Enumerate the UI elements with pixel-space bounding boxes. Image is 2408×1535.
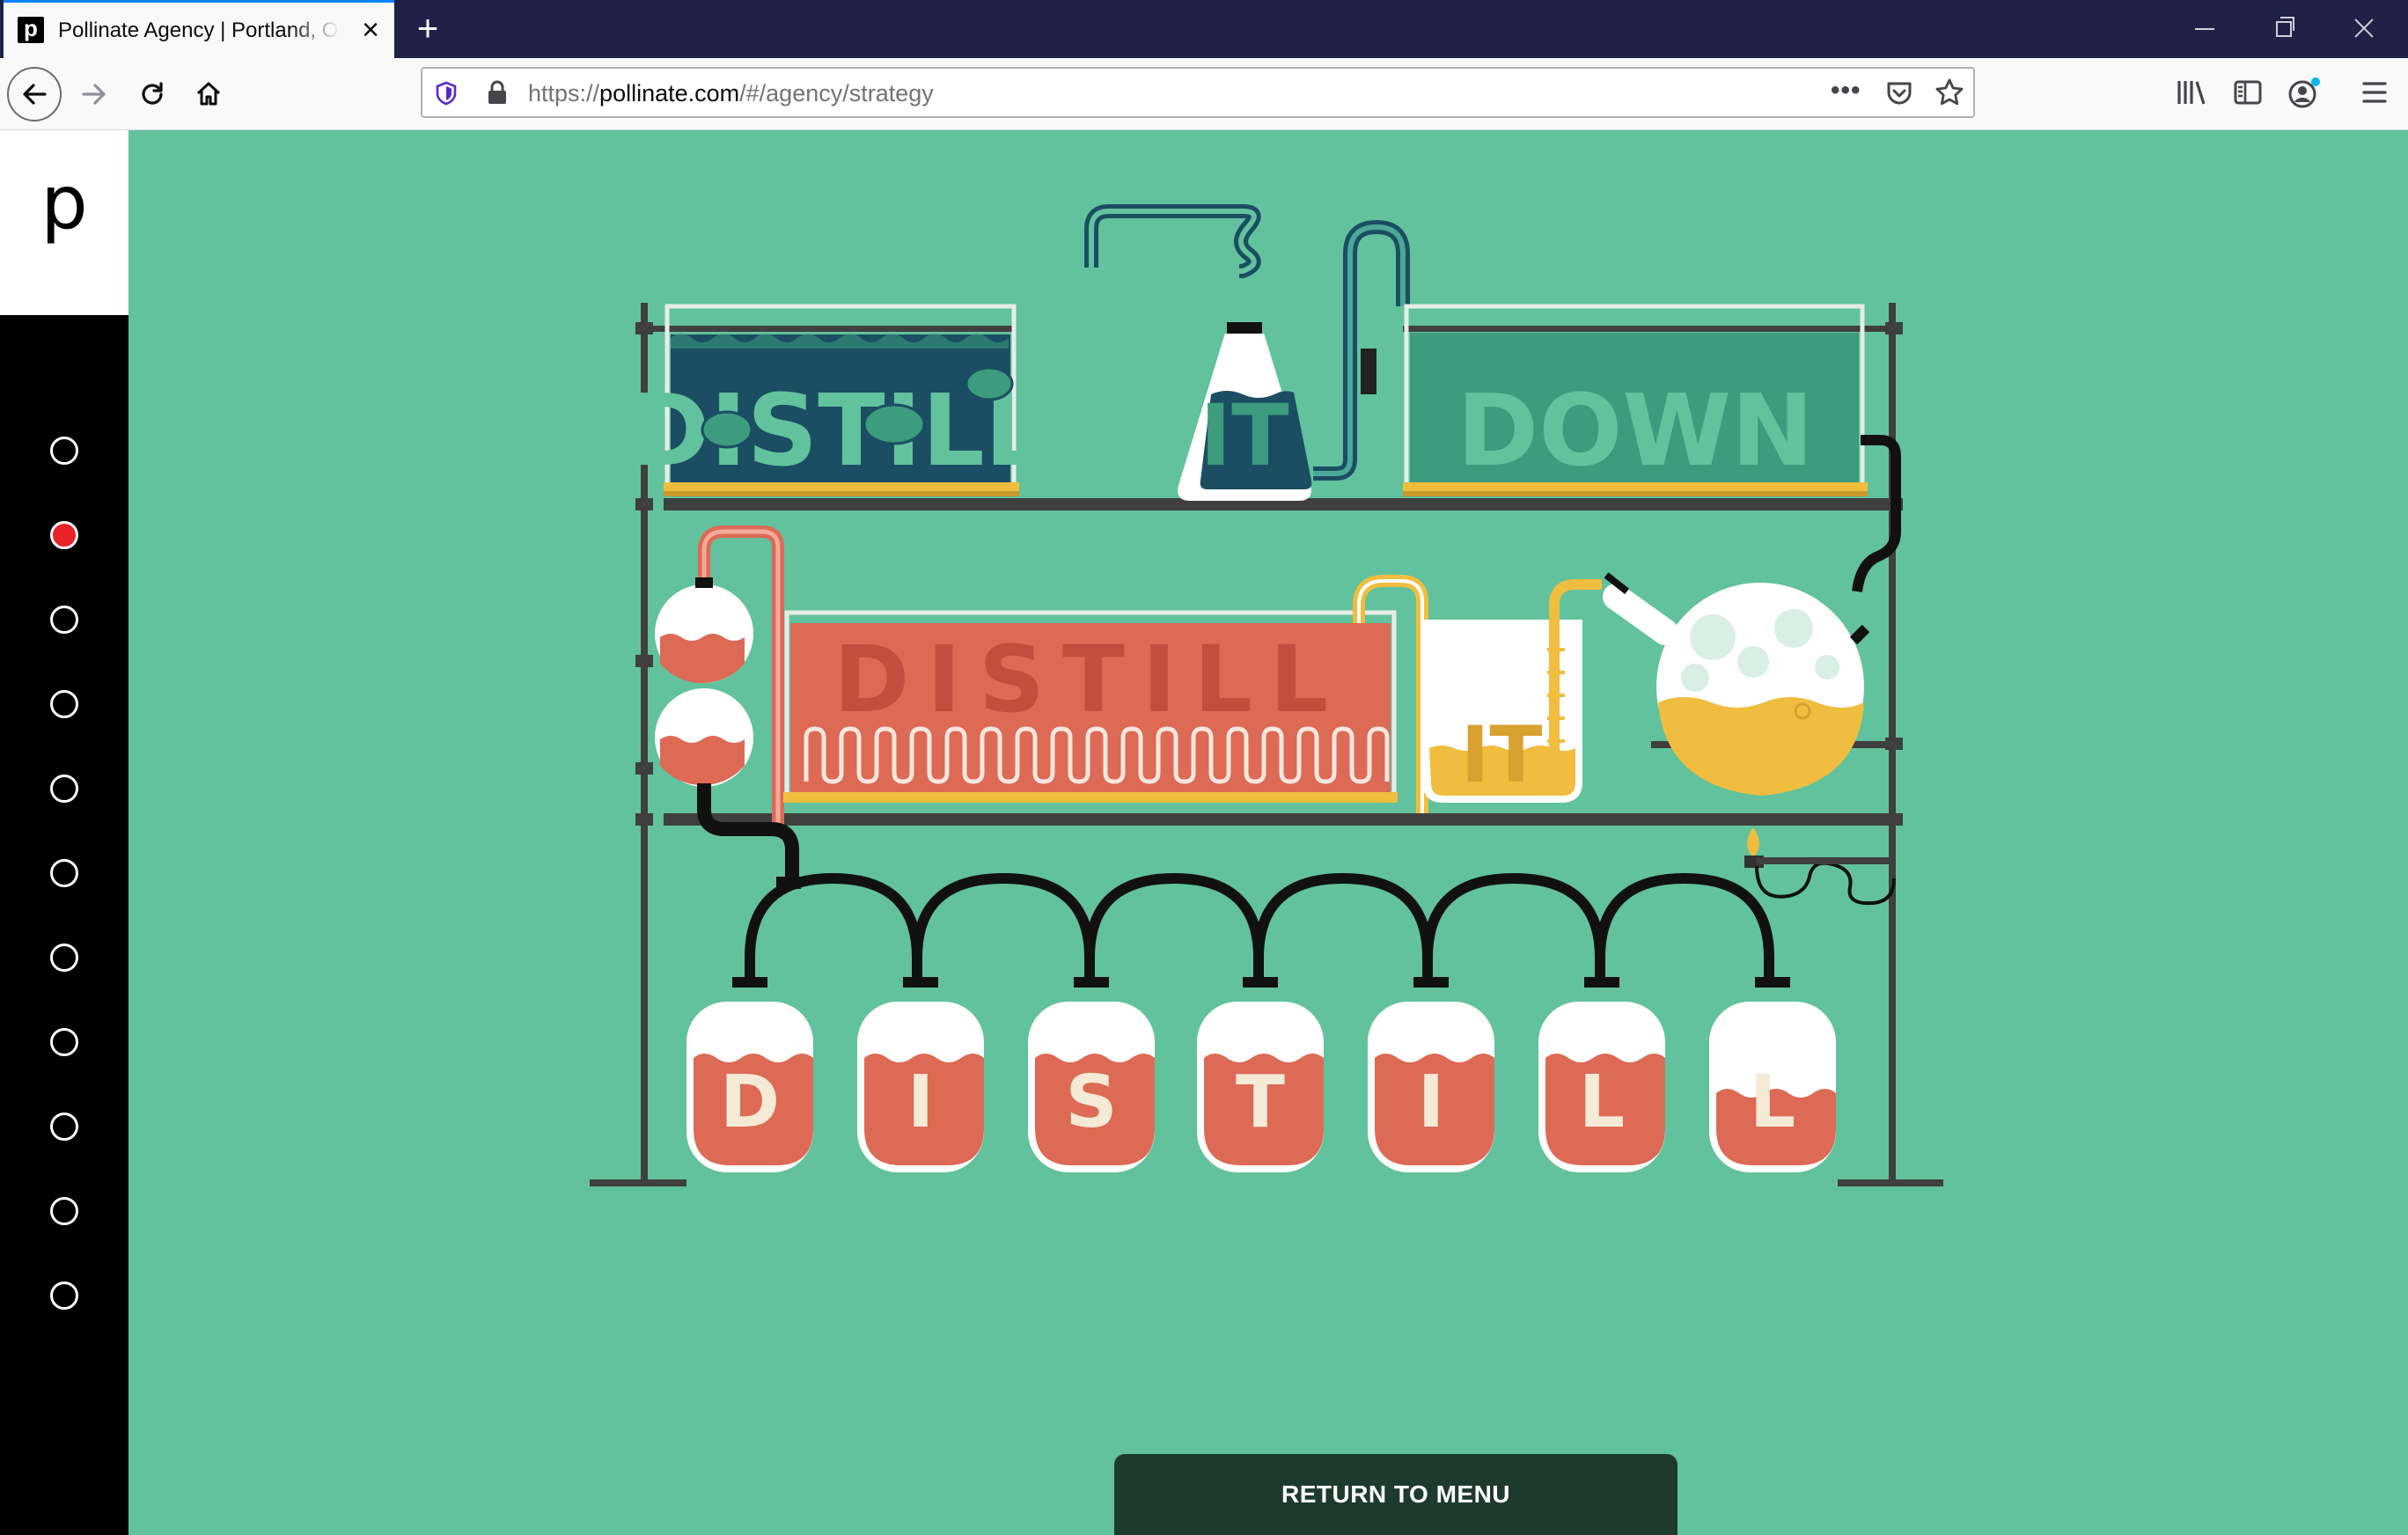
page-content: p DISTILL IT DOWN DISTILL IT D I S T I L… bbox=[0, 130, 2408, 1535]
close-tab-icon[interactable]: × bbox=[356, 15, 385, 45]
section-dot-10[interactable] bbox=[50, 1197, 78, 1225]
middle-tank: DISTILL bbox=[783, 575, 1428, 813]
measuring-beaker: IT bbox=[1422, 579, 1602, 803]
bookmark-star-icon[interactable] bbox=[1934, 77, 1964, 107]
jar-1: D bbox=[686, 977, 813, 1172]
tab-title: Pollinate Agency | Portland, Oregon bbox=[58, 18, 340, 42]
top-flask: IT bbox=[1084, 204, 1410, 501]
navigation-toolbar: https://pollinate.com/#/agency/strategy … bbox=[0, 58, 2408, 130]
section-dot-1[interactable] bbox=[50, 437, 78, 465]
home-icon bbox=[196, 82, 221, 106]
address-bar[interactable]: https://pollinate.com/#/agency/strategy … bbox=[421, 67, 1975, 118]
logo[interactable]: p bbox=[0, 130, 128, 315]
jar-3: S bbox=[1028, 977, 1155, 1172]
active-tab[interactable]: p Pollinate Agency | Portland, Oregon × bbox=[4, 0, 394, 58]
jar-1-letter: D bbox=[720, 1061, 780, 1144]
jar-5: I bbox=[1368, 977, 1494, 1172]
top-left-tank: DISTILL bbox=[628, 304, 1047, 496]
home-button[interactable] bbox=[181, 67, 236, 121]
middle-tank-text: DISTILL bbox=[833, 626, 1346, 733]
jar-3-letter: S bbox=[1065, 1061, 1117, 1144]
jar-6-letter: L bbox=[1579, 1061, 1625, 1144]
logo-letter: p bbox=[40, 159, 88, 246]
jar-7-letter: L bbox=[1750, 1061, 1795, 1144]
round-bottom-flask bbox=[1603, 572, 1870, 796]
jar-2-letter: I bbox=[907, 1061, 935, 1144]
site-sidebar: p bbox=[0, 130, 128, 1535]
account-icon[interactable] bbox=[2287, 77, 2322, 109]
back-button[interactable] bbox=[7, 67, 62, 121]
url-text[interactable]: https://pollinate.com/#/agency/strategy bbox=[528, 80, 934, 107]
top-right-tank: DOWN bbox=[1403, 304, 1901, 592]
hamburger-menu-icon[interactable] bbox=[2360, 77, 2389, 107]
section-dot-9[interactable] bbox=[50, 1113, 78, 1141]
section-dot-2[interactable] bbox=[50, 521, 78, 549]
page-actions-more-icon[interactable]: ••• bbox=[1831, 76, 1861, 106]
back-arrow-icon bbox=[23, 84, 47, 105]
section-dot-11[interactable] bbox=[50, 1282, 78, 1310]
jar-row: D I S T I L L bbox=[686, 977, 1836, 1172]
lock-icon[interactable] bbox=[486, 79, 509, 106]
illustration-area: DISTILL IT DOWN DISTILL IT D I S T I L L… bbox=[128, 130, 2408, 1535]
reload-button[interactable] bbox=[125, 67, 180, 121]
tab-strip: p Pollinate Agency | Portland, Oregon × … bbox=[0, 0, 2408, 58]
library-icon[interactable] bbox=[2176, 77, 2207, 107]
section-dot-8[interactable] bbox=[50, 1028, 78, 1056]
tracking-protection-shield-icon[interactable] bbox=[435, 81, 458, 106]
jar-6: L bbox=[1538, 977, 1665, 1172]
section-dot-7[interactable] bbox=[50, 944, 78, 972]
jar-7: L bbox=[1709, 977, 1836, 1172]
top-flask-text: IT bbox=[1200, 386, 1288, 485]
minimize-window-button[interactable] bbox=[2190, 14, 2221, 42]
jar-4-letter: T bbox=[1236, 1061, 1285, 1144]
sidebars-icon[interactable] bbox=[2232, 77, 2264, 107]
jar-2: I bbox=[857, 977, 984, 1172]
jar-5-letter: I bbox=[1418, 1061, 1445, 1144]
reload-icon bbox=[142, 82, 163, 105]
forward-arrow-icon bbox=[82, 84, 106, 105]
pocket-icon[interactable] bbox=[1885, 79, 1913, 107]
jar-4: T bbox=[1197, 977, 1324, 1172]
distillation-illustration: DISTILL IT DOWN DISTILL IT D I S T I L L bbox=[590, 204, 1943, 1186]
return-to-menu-button[interactable]: RETURN TO MENU bbox=[1114, 1454, 1678, 1535]
section-dot-3[interactable] bbox=[50, 606, 78, 634]
beaker-text: IT bbox=[1461, 709, 1543, 800]
restore-window-button[interactable] bbox=[2269, 14, 2301, 42]
site-favicon-icon: p bbox=[18, 17, 44, 43]
section-dot-6[interactable] bbox=[50, 859, 78, 887]
new-tab-button[interactable]: + bbox=[410, 10, 445, 47]
top-right-tank-text: DOWN bbox=[1457, 374, 1813, 488]
bunsen-burner bbox=[1744, 827, 1896, 906]
forward-button[interactable] bbox=[67, 67, 121, 121]
separator-bulbs bbox=[655, 525, 801, 889]
section-dot-5[interactable] bbox=[50, 775, 78, 803]
section-dot-4[interactable] bbox=[50, 690, 78, 718]
jar-connector-tubes bbox=[745, 872, 1774, 980]
close-window-button[interactable] bbox=[2348, 14, 2380, 42]
